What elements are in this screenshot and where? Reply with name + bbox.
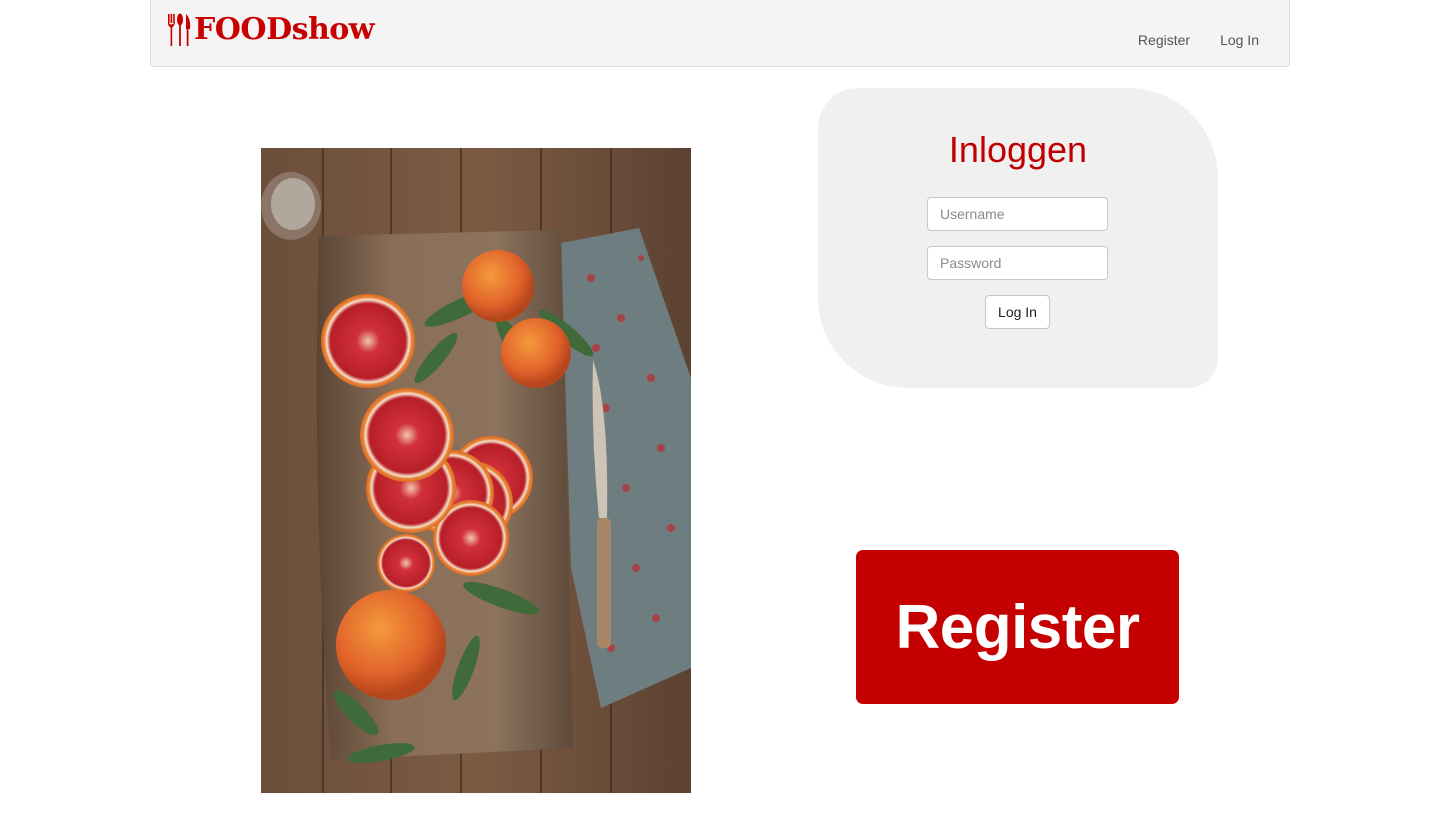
top-navbar: FOODshow Register Log In bbox=[150, 0, 1290, 67]
login-title: Inloggen bbox=[948, 129, 1088, 170]
nav-login-link[interactable]: Log In bbox=[1220, 32, 1259, 48]
food-photo bbox=[261, 148, 691, 793]
register-cta-button[interactable]: Register bbox=[856, 550, 1179, 704]
password-input[interactable] bbox=[927, 246, 1108, 280]
login-panel: Inloggen Log In bbox=[818, 88, 1218, 388]
brand-name: FOODshow bbox=[194, 12, 375, 47]
nav-register-link[interactable]: Register bbox=[1138, 32, 1190, 48]
username-input[interactable] bbox=[927, 197, 1108, 231]
nav-links: Register Log In bbox=[1138, 32, 1259, 48]
cutlery-icon bbox=[168, 13, 191, 46]
login-submit-button[interactable]: Log In bbox=[985, 295, 1050, 329]
brand-logo[interactable]: FOODshow bbox=[167, 12, 375, 48]
